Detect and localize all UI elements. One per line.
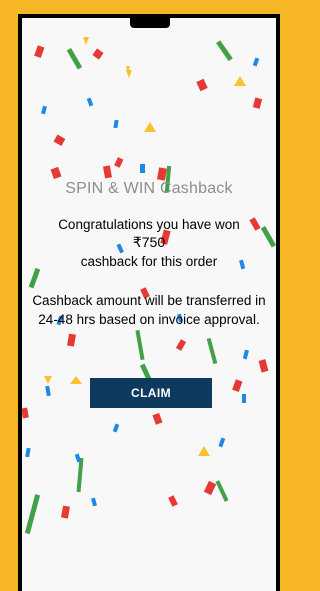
claim-button[interactable]: CLAIM [90,378,212,408]
frame-left [0,0,18,591]
cashback-note: cashback for this order [80,254,218,269]
cashback-amount: ₹750 [132,234,166,250]
dialog-title: SPIN & WIN Cashback [65,180,233,197]
frame-right [280,0,286,591]
transfer-text-line-1: Cashback amount will be transferred in [32,293,266,308]
congrats-text: Congratulations you have won [58,217,240,232]
cashback-dialog: SPIN & WIN Cashback Congratulations you … [18,14,280,591]
transfer-text-line-2: 24-48 hrs based on invoice approval. [38,312,260,327]
frame-top [0,0,286,14]
dialog-body: SPIN & WIN Cashback Congratulations you … [22,18,276,591]
